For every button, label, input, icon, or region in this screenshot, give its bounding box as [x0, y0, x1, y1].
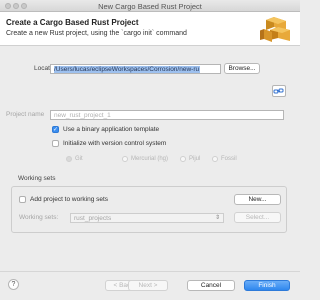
add-to-working-sets-label: Add project to working sets: [30, 196, 109, 203]
wizard-header: Create a Cargo Based Rust Project Create…: [0, 12, 300, 46]
working-sets-select[interactable]: rust_projects ⇕: [70, 213, 224, 223]
footer-divider: [0, 271, 300, 272]
wizard-description: Create a new Rust project, using the `ca…: [6, 30, 187, 37]
project-name-field[interactable]: new_rust_project_1: [50, 110, 284, 120]
select-working-set-button[interactable]: Select...: [234, 212, 281, 223]
add-to-working-sets-checkbox[interactable]: [19, 196, 26, 203]
window-titlebar: New Cargo Based Rust Project: [0, 0, 300, 12]
location-field[interactable]: /Users/lucas/eclipseWorkspaces/Corrosion…: [50, 64, 221, 74]
vcs-radio-fossil-label: Fossil: [221, 156, 237, 162]
vcs-radio-fossil[interactable]: [212, 156, 218, 162]
binary-template-checkbox[interactable]: ✓: [52, 126, 59, 133]
binary-template-label: Use a binary application template: [63, 126, 160, 133]
cancel-button[interactable]: Cancel: [187, 280, 235, 291]
working-sets-label: Working sets:: [19, 214, 59, 221]
cargo-boxes-icon: [260, 17, 290, 42]
browse-button[interactable]: Browse...: [224, 63, 260, 74]
vcs-checkbox[interactable]: [52, 140, 59, 147]
finish-button[interactable]: Finish: [244, 280, 290, 291]
link-location-button[interactable]: [272, 85, 286, 97]
vcs-radio-mercurial[interactable]: [122, 156, 128, 162]
vcs-radio-git[interactable]: [66, 156, 72, 162]
working-sets-group-title: Working sets: [16, 175, 58, 182]
project-name-label: Project name: [6, 111, 45, 118]
vcs-radio-pijul[interactable]: [180, 156, 186, 162]
next-button[interactable]: Next >: [128, 280, 168, 291]
vcs-radio-pijul-label: Pijul: [189, 156, 201, 162]
window-title: New Cargo Based Rust Project: [98, 2, 202, 11]
wizard-title: Create a Cargo Based Rust Project: [6, 18, 139, 27]
select-arrows-icon: ⇕: [214, 215, 220, 221]
link-icon: [273, 88, 284, 94]
new-working-set-button[interactable]: New...: [234, 194, 281, 205]
help-button[interactable]: ?: [8, 279, 19, 290]
vcs-label: Initialize with version control system: [63, 140, 167, 147]
vcs-radio-git-label: Git: [75, 156, 83, 162]
vcs-radio-mercurial-label: Mercurial (hg): [131, 156, 169, 162]
